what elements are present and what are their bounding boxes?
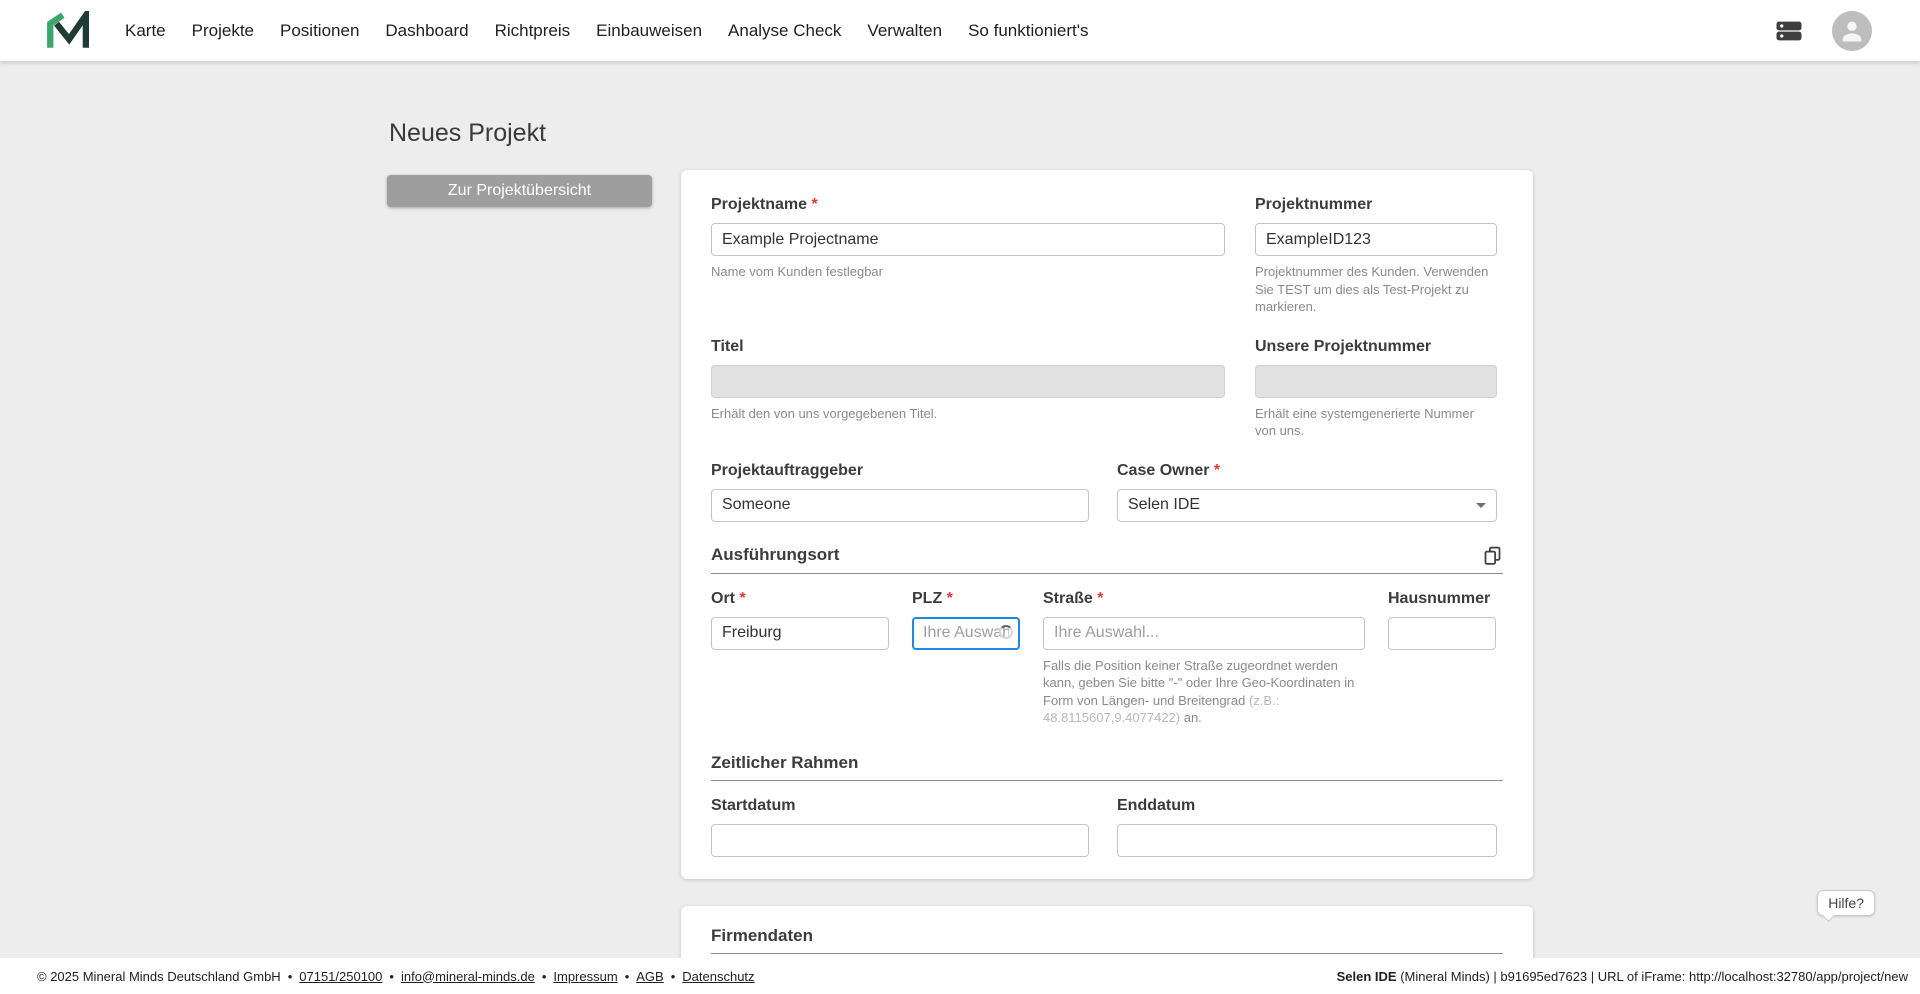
session-info: Selen IDE (Mineral Minds) | b91695ed7623… (1337, 969, 1908, 984)
projektnummer-input[interactable] (1255, 223, 1497, 256)
projektnummer-helper: Projektnummer des Kunden. Verwenden Sie … (1255, 264, 1489, 315)
hausnummer-input[interactable] (1388, 616, 1496, 650)
titel-label: Titel (711, 337, 744, 355)
field-projektnummer: Projektnummer Projektnummer des Kunden. … (1255, 196, 1497, 316)
enddatum-input[interactable] (1117, 823, 1497, 857)
projektname-label: Projektname (711, 196, 1225, 214)
field-plz: PLZ (912, 590, 1020, 650)
back-to-projects-button[interactable]: Zur Projektübersicht (387, 175, 652, 207)
main-content: Neues Projekt Zur Projektübersicht Proje… (387, 119, 1533, 994)
footer-link-phone[interactable]: 07151/250100 (281, 969, 382, 984)
titel-helper: Erhält den von uns vorgegebenen Titel. (711, 405, 938, 421)
plz-label: PLZ (912, 590, 1020, 608)
startdatum-input[interactable] (711, 823, 1089, 857)
person-icon (1842, 21, 1862, 41)
strasse-input[interactable] (1043, 616, 1365, 650)
project-form-card: Projektname Name vom Kunden festlegbar P… (681, 170, 1533, 879)
projektname-input[interactable] (711, 223, 1225, 256)
startdatum-label: Startdatum (711, 796, 796, 814)
page-footer: © 2025 Mineral Minds Deutschland GmbH 07… (0, 958, 1920, 994)
zeitlicher-rahmen-title: Zeitlicher Rahmen (711, 752, 859, 772)
session-details: (Mineral Minds) | b91695ed7623 | URL of … (1396, 968, 1908, 984)
field-projektauftraggeber: Projektauftraggeber (711, 462, 1089, 522)
projektauftraggeber-input[interactable] (711, 488, 1089, 522)
hausnummer-label: Hausnummer (1388, 589, 1491, 607)
nav-item-positionen[interactable]: Positionen (267, 13, 372, 49)
nav-item-dashboard[interactable]: Dashboard (372, 13, 481, 49)
projektname-helper: Name vom Kunden festlegbar (711, 264, 883, 279)
case-owner-label: Case Owner (1117, 462, 1497, 480)
section-divider (711, 779, 1503, 781)
ausfuehrungsort-title: Ausführungsort (711, 545, 840, 565)
footer-links: © 2025 Mineral Minds Deutschland GmbH 07… (37, 969, 755, 984)
copyright-text: © 2025 Mineral Minds Deutschland GmbH (37, 968, 281, 984)
unsere-projektnummer-helper: Erhält eine systemgenerierte Nummer von … (1255, 405, 1474, 439)
section-ausfuehrungsort: Ausführungsort (711, 545, 1503, 566)
nav-item-analyse-check[interactable]: Analyse Check (715, 13, 854, 49)
footer-link-impressum[interactable]: Impressum (535, 969, 617, 984)
field-ort: Ort (711, 590, 889, 650)
ort-input[interactable] (711, 616, 889, 650)
strasse-label: Straße (1043, 590, 1365, 608)
footer-link-agb[interactable]: AGB (618, 969, 663, 984)
nav-item-verwalten[interactable]: Verwalten (854, 13, 955, 49)
field-case-owner: Case Owner Selen IDE (1117, 462, 1497, 522)
mineral-minds-logo[interactable] (45, 10, 89, 52)
footer-link-email[interactable]: info@mineral-minds.de (382, 969, 535, 984)
case-owner-select[interactable]: Selen IDE (1117, 488, 1497, 522)
field-strasse: Straße (1043, 590, 1365, 650)
projektauftraggeber-label: Projektauftraggeber (711, 461, 864, 479)
field-enddatum: Enddatum (1117, 797, 1497, 857)
nav-item-karte[interactable]: Karte (112, 13, 179, 49)
ort-label: Ort (711, 590, 889, 608)
nav-item-so-funktionierts[interactable]: So funktioniert's (955, 13, 1101, 49)
field-startdatum: Startdatum (711, 797, 1089, 857)
server-icon[interactable] (1772, 16, 1806, 46)
projektnummer-label: Projektnummer (1255, 196, 1373, 213)
section-divider (711, 572, 1503, 574)
field-titel: Titel Erhält den von uns vorgegebenen Ti… (711, 338, 1225, 440)
firmendaten-title: Firmendaten (711, 925, 814, 945)
user-avatar[interactable] (1832, 10, 1872, 51)
strasse-helper: Falls die Position keiner Straße zugeord… (1043, 657, 1355, 726)
nav-item-richtpreis[interactable]: Richtpreis (482, 13, 584, 49)
section-zeitlicher-rahmen: Zeitlicher Rahmen (711, 753, 1503, 773)
case-owner-value: Selen IDE (1128, 496, 1201, 514)
main-nav: Karte Projekte Positionen Dashboard Rich… (112, 13, 1102, 49)
field-hausnummer: Hausnummer (1388, 590, 1496, 650)
nav-item-einbauweisen[interactable]: Einbauweisen (583, 13, 715, 49)
field-unsere-projektnummer: Unsere Projektnummer Erhält eine systemg… (1255, 338, 1497, 440)
chevron-down-icon (1476, 502, 1486, 508)
unsere-projektnummer-input (1255, 364, 1497, 398)
footer-link-datenschutz[interactable]: Datenschutz (664, 969, 754, 984)
nav-item-projekte[interactable]: Projekte (179, 13, 267, 49)
page-title: Neues Projekt (389, 119, 547, 147)
enddatum-label: Enddatum (1117, 796, 1196, 814)
help-button[interactable]: Hilfe? (1817, 890, 1875, 916)
session-user: Selen IDE (1336, 968, 1397, 984)
section-divider (711, 952, 1503, 954)
copy-icon[interactable] (1482, 545, 1503, 566)
titel-input (711, 364, 1225, 398)
field-projektname: Projektname Name vom Kunden festlegbar (711, 196, 1225, 316)
top-navbar: Karte Projekte Positionen Dashboard Rich… (0, 0, 1920, 61)
unsere-projektnummer-label: Unsere Projektnummer (1255, 337, 1432, 355)
navbar-right (1772, 10, 1872, 51)
